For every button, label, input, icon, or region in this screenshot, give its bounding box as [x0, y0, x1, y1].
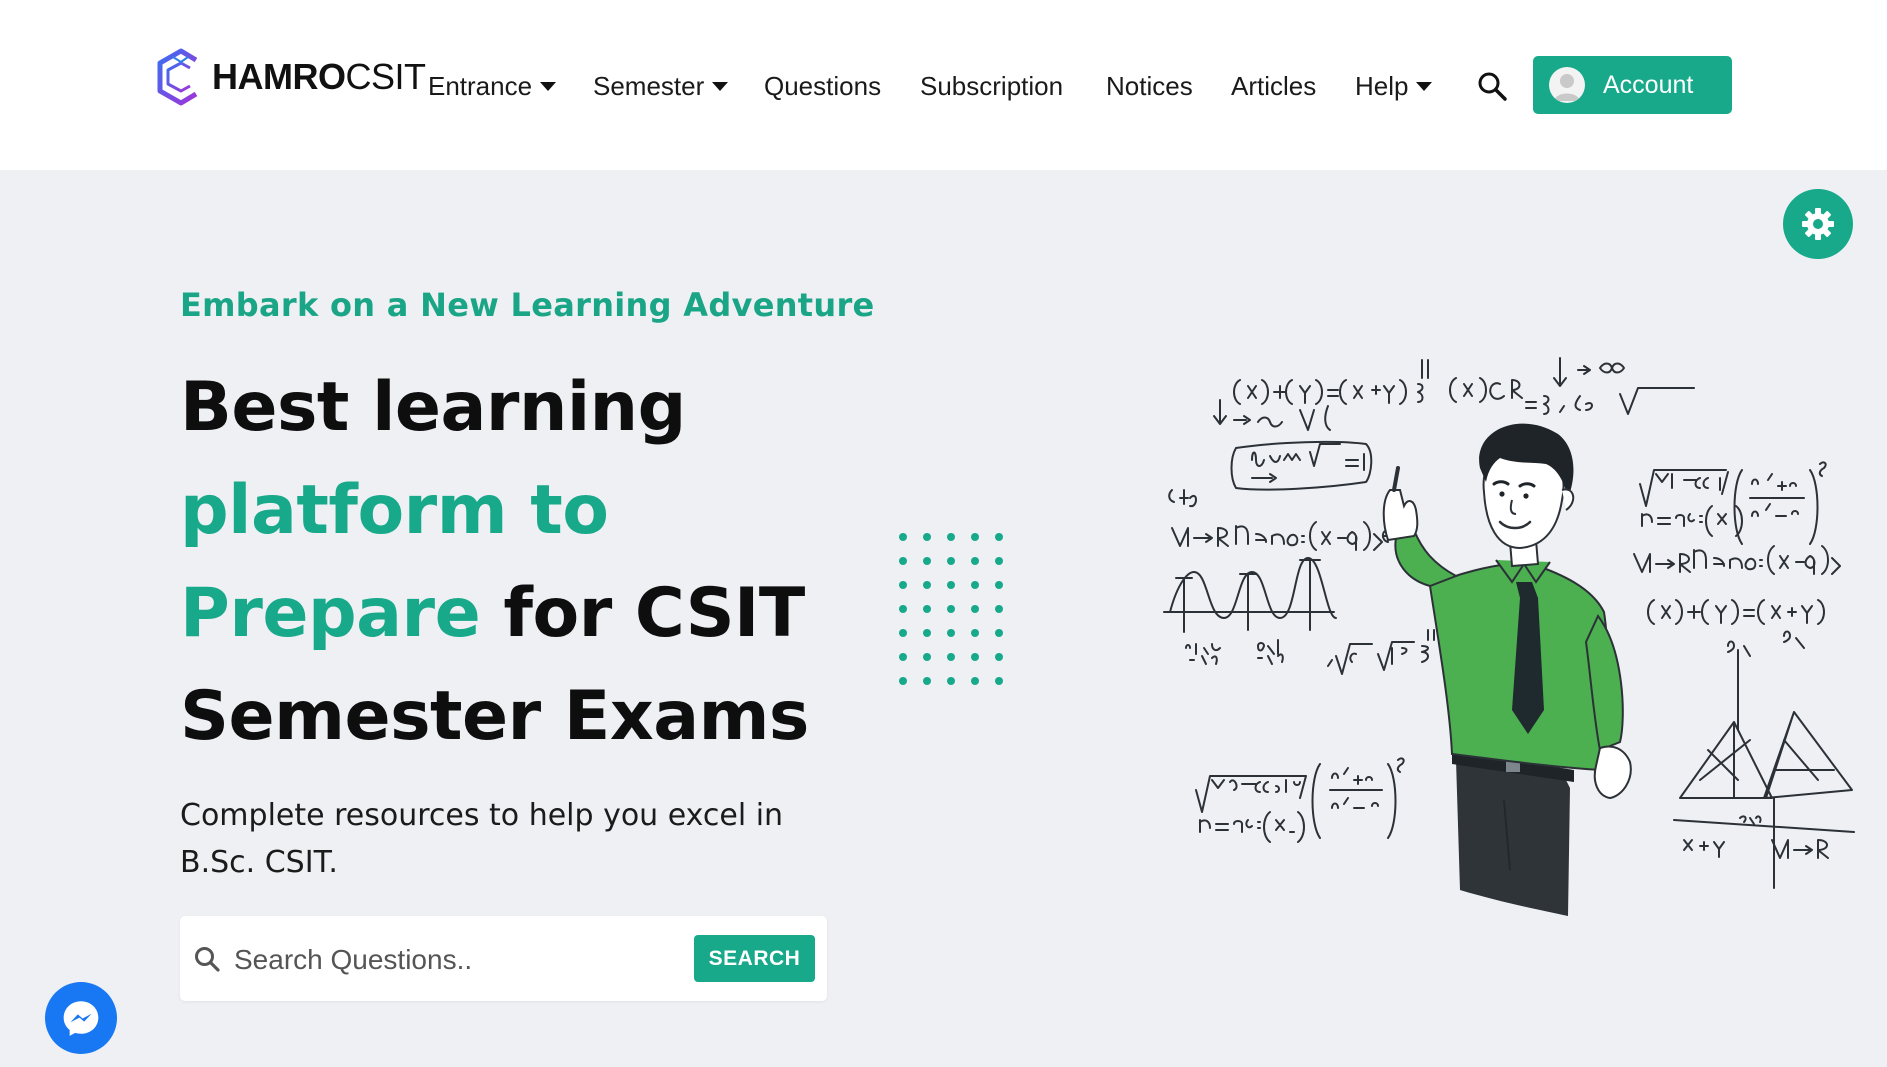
nav-help[interactable]: Help — [1355, 64, 1433, 108]
messenger-icon — [63, 1001, 99, 1036]
site-header: HAMROCSIT Entrance Semester Questions Su… — [0, 0, 1887, 170]
search-button[interactable]: SEARCH — [694, 935, 815, 982]
hero-tagline: Embark on a New Learning Adventure — [180, 286, 875, 324]
search-icon[interactable] — [1476, 70, 1508, 102]
nav-questions[interactable]: Questions — [764, 64, 881, 108]
nav-articles[interactable]: Articles — [1231, 64, 1316, 108]
caret-down-icon — [1416, 81, 1433, 91]
hero-subtitle: Complete resources to help you excel in … — [180, 798, 784, 880]
question-search-box: SEARCH — [180, 916, 827, 1001]
nav-entrance[interactable]: Entrance — [428, 64, 557, 108]
teacher-with-math-formulas-illustration — [1163, 357, 1855, 916]
headline-line-3: Prepare for CSIT — [180, 574, 805, 653]
headline-line-1: Best learning — [180, 368, 686, 447]
nav-semester[interactable]: Semester — [593, 64, 729, 108]
user-icon — [1554, 74, 1580, 101]
account-label: Account — [1603, 70, 1694, 99]
hero-headline: Best learning platform to Prepare for CS… — [180, 356, 880, 768]
account-button[interactable]: Account — [1533, 56, 1732, 114]
headline-line-2: platform to — [180, 471, 609, 550]
caret-down-icon — [540, 81, 557, 91]
search-icon — [195, 947, 220, 972]
search-input[interactable] — [232, 934, 656, 986]
settings-button[interactable] — [1783, 189, 1853, 259]
nav-subscription[interactable]: Subscription — [920, 64, 1063, 108]
decorative-dot-grid — [899, 533, 1003, 685]
messenger-chat-button[interactable] — [45, 982, 117, 1054]
headline-line-4: Semester Exams — [180, 677, 809, 756]
avatar — [1549, 67, 1585, 103]
gear-icon — [1802, 208, 1834, 240]
caret-down-icon — [712, 81, 729, 91]
nav-notices[interactable]: Notices — [1106, 64, 1193, 108]
